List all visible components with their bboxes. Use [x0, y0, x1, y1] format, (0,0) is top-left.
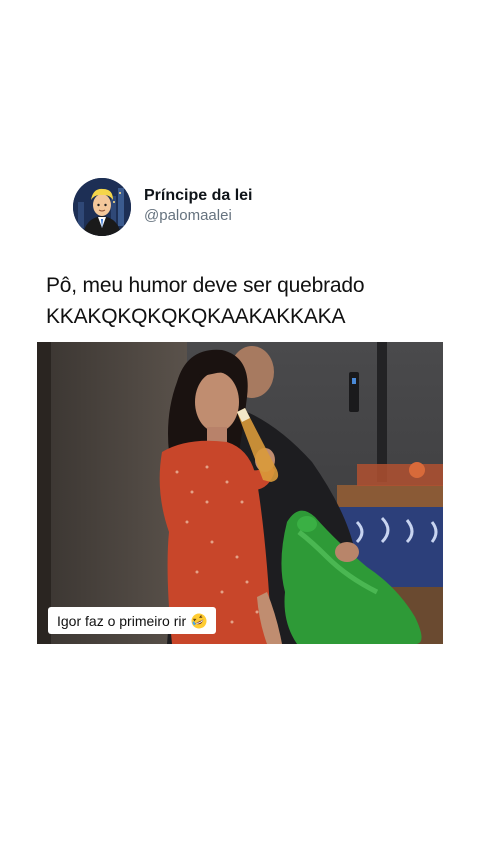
video-frame-image [37, 342, 443, 644]
avatar-cartoon-man-icon [73, 178, 131, 236]
video-caption: Igor faz o primeiro rir [48, 607, 217, 634]
author-display-name[interactable]: Príncipe da lei [144, 186, 252, 206]
video-caption-text: Igor faz o primeiro rir [57, 612, 187, 629]
author-handle[interactable]: @palomaalei [144, 206, 252, 225]
tweet-text-line-1: Pô, meu humor deve ser quebrado [46, 274, 365, 297]
author-names: Príncipe da lei @palomaalei [144, 186, 252, 225]
tweet-header: Príncipe da lei @palomaalei [73, 178, 252, 236]
tweet-media[interactable]: Igor faz o primeiro rir [37, 342, 443, 644]
rolling-on-floor-laughing-icon [191, 613, 207, 629]
avatar[interactable] [73, 178, 131, 236]
tweet-text: Pô, meu humor deve ser quebrado KKAKQKQK… [46, 270, 446, 332]
tweet-text-line-2: KKAKQKQKQKQKAAKAKKAKA [46, 305, 346, 328]
